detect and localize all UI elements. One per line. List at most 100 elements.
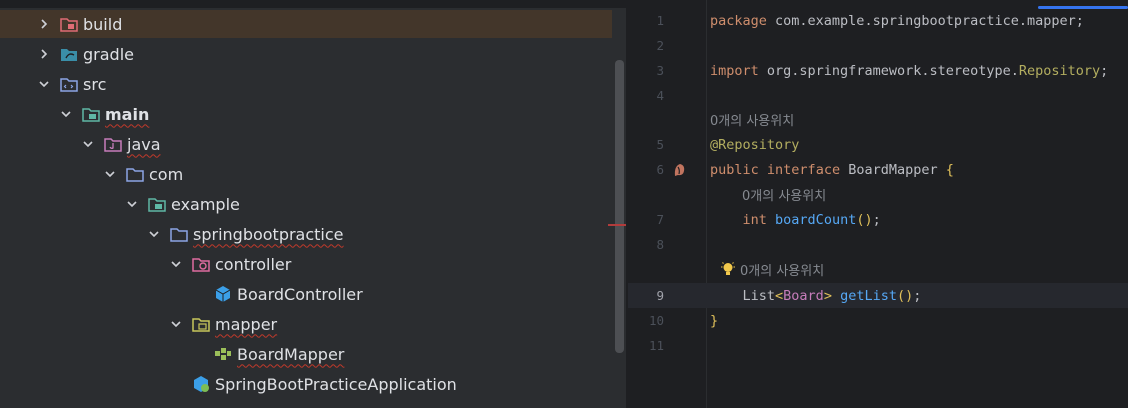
tree-item-label: java [127, 134, 161, 154]
keyword: int [742, 211, 767, 228]
tree-item-springbootpractice[interactable]: springbootpractice [0, 220, 612, 248]
code-line-9[interactable]: 9 List<Board> getList(); [628, 283, 1128, 308]
interface-name: BoardMapper [848, 161, 938, 178]
type-name: List [742, 287, 776, 304]
tree-item-label: src [83, 74, 107, 94]
usage-hint[interactable]: 0개의 사용위치 [742, 185, 826, 204]
method-name: getList [840, 287, 897, 304]
usage-hint[interactable]: 0개의 사용위치 [740, 260, 824, 279]
parens: () [897, 287, 914, 304]
tree-item-springbootpracticeapplication[interactable]: SpringBootPracticeApplication [0, 370, 612, 398]
tree-item-boardcontroller[interactable]: BoardController [0, 280, 612, 308]
usage-hint[interactable]: 0개의 사용위치 [710, 110, 794, 129]
code-text: ; [913, 287, 922, 304]
generic-type: Board [783, 287, 824, 304]
parens: () [856, 211, 873, 228]
tree-item-label: gradle [83, 44, 134, 64]
chevron-down-icon[interactable] [58, 106, 74, 122]
code-text: ; [1100, 62, 1109, 79]
line-number: 5 [656, 137, 664, 152]
code-editor[interactable]: 1 package com.example.springbootpractice… [628, 0, 1128, 408]
chevron-down-icon[interactable] [80, 136, 96, 152]
mybatis-gutter-icon[interactable] [672, 162, 688, 178]
generic-bracket: > [823, 287, 832, 304]
tree-item-label: SpringBootPracticeApplication [215, 374, 457, 394]
code-line-11[interactable]: 11 [628, 333, 1128, 358]
line-number: 1 [656, 13, 664, 28]
brace: } [710, 312, 719, 329]
usage-hint-row: 0개의 사용위치 [628, 257, 1128, 282]
tree-item-boardmapper[interactable]: BoardMapper [0, 340, 612, 368]
class-reference: Repository [1018, 62, 1101, 79]
chevron-right-icon[interactable] [36, 46, 52, 62]
brace: { [945, 161, 954, 178]
tree-item-gradle[interactable]: gradle [0, 40, 612, 68]
error-stripe-marker [608, 224, 626, 226]
controller-package-icon [192, 255, 210, 273]
chevron-right-icon[interactable] [36, 16, 52, 32]
package-folder-icon [170, 225, 188, 243]
generic-bracket: < [775, 287, 784, 304]
project-tree-pane: build gradle src main java com example s… [0, 0, 626, 408]
tree-item-main[interactable]: main [0, 100, 612, 128]
tree-top-border [0, 0, 626, 8]
tree-item-label: main [105, 104, 150, 124]
tree-item-build[interactable]: build [0, 10, 612, 38]
mapper-package-icon [192, 315, 210, 333]
code-line-4[interactable]: 4 [628, 83, 1128, 108]
code-text: ; [872, 211, 881, 228]
tree-item-label: com [149, 164, 184, 184]
line-number: 7 [656, 212, 664, 227]
tree-scrollbar[interactable] [615, 60, 624, 353]
line-number: 11 [648, 338, 664, 353]
method-name: boardCount [775, 211, 857, 228]
java-source-root-icon [104, 135, 122, 153]
code-line-10[interactable]: 10 } [628, 308, 1128, 333]
code-line-2[interactable]: 2 [628, 33, 1128, 58]
code-text: com.example.springbootpractice.mapper; [766, 12, 1084, 29]
tree-item-example[interactable]: example [0, 190, 612, 218]
keyword: import [710, 62, 759, 79]
mybatis-mapper-icon [214, 345, 232, 363]
code-line-3[interactable]: 3 import org.springframework.stereotype.… [628, 58, 1128, 83]
tree-item-com[interactable]: com [0, 160, 612, 188]
package-folder-icon [126, 165, 144, 183]
chevron-down-icon[interactable] [168, 316, 184, 332]
line-number: 4 [656, 88, 664, 103]
build-folder-icon [60, 15, 78, 33]
code-text: org.springframework.stereotype. [758, 62, 1019, 79]
spring-boot-application-icon [192, 375, 210, 393]
annotation: @Repository [710, 136, 800, 153]
module-folder-icon [82, 105, 100, 123]
code-line-7[interactable]: 7 int boardCount(); [628, 207, 1128, 232]
tree-item-label: build [83, 14, 123, 34]
tree-item-mapper[interactable]: mapper [0, 310, 612, 338]
line-number: 8 [656, 237, 664, 252]
code-line-6[interactable]: 6 public interface BoardMapper { [628, 157, 1128, 182]
spring-bean-class-icon [214, 285, 232, 303]
code-line-5[interactable]: 5 @Repository [628, 132, 1128, 157]
tree-item-controller[interactable]: controller [0, 250, 612, 278]
chevron-down-icon[interactable] [124, 196, 140, 212]
chevron-down-icon[interactable] [146, 226, 162, 242]
usage-hint-row: 0개의 사용위치 [628, 182, 1128, 207]
tree-item-label: BoardMapper [237, 344, 345, 364]
tree-item-label: example [171, 194, 240, 214]
keyword: public [710, 161, 759, 178]
source-folder-icon [60, 75, 78, 93]
code-line-1[interactable]: 1 package com.example.springbootpractice… [628, 8, 1128, 33]
tree-item-src[interactable]: src [0, 70, 612, 98]
tree-item-label: controller [215, 254, 292, 274]
lightbulb-icon[interactable] [720, 261, 736, 277]
package-folder-icon [148, 195, 166, 213]
chevron-down-icon[interactable] [168, 256, 184, 272]
tree-item-label: mapper [215, 314, 278, 334]
chevron-down-icon[interactable] [102, 166, 118, 182]
usage-hint-row: 0개의 사용위치 [628, 107, 1128, 132]
tree-item-java[interactable]: java [0, 130, 612, 158]
code-line-8[interactable]: 8 [628, 232, 1128, 257]
gradle-folder-icon [60, 45, 78, 63]
chevron-down-icon[interactable] [36, 76, 52, 92]
